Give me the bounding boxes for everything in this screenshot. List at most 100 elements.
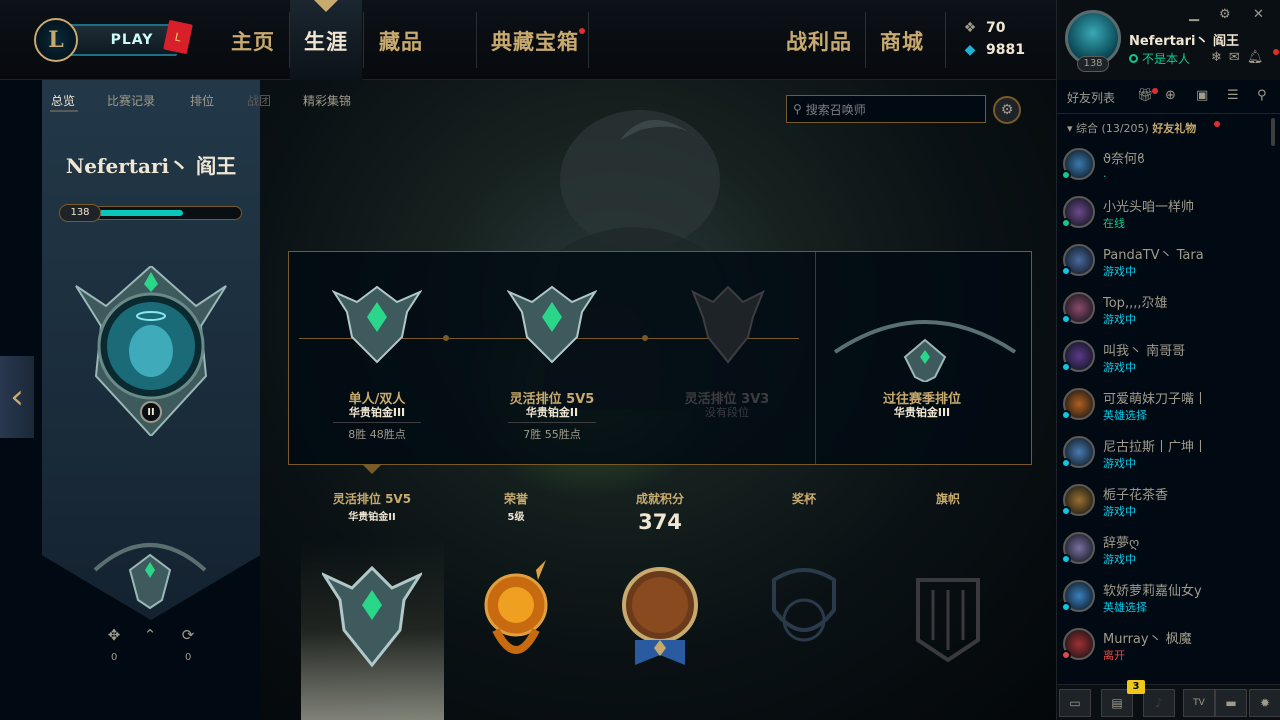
rank-node: [443, 335, 449, 341]
friend-group-header[interactable]: ▾ 综合 (13/205) 好友礼物: [1067, 120, 1196, 136]
friend-list-item[interactable]: 软娇萝莉嘉仙女y 英雄选择: [1057, 574, 1271, 622]
friend-list-item[interactable]: 叫我丶 南哥哥 游戏中: [1057, 334, 1271, 382]
friend-list-item[interactable]: ϑ奈何ϐ.: [1057, 142, 1271, 190]
friends-footer-bar: ▭ ▤ ♪ TV ▬ ✹: [1057, 684, 1280, 720]
trophy-title[interactable]: 奖杯: [739, 490, 869, 507]
queue-tier: 华贵铂金II: [525, 406, 579, 419]
tab-ranked[interactable]: 排位: [190, 92, 214, 109]
friend-list-item[interactable]: 可爱萌妹刀子嘴丨 英雄选择: [1057, 382, 1271, 430]
friend-list-item[interactable]: 小光头咱一样帅 在线: [1057, 190, 1271, 238]
friend-list-item[interactable]: 栀子花茶香 游戏中: [1057, 478, 1271, 526]
friend-status: 英雄选择: [1103, 601, 1147, 614]
add-folder-icon[interactable]: ▣: [1196, 88, 1208, 103]
search-placeholder: 搜索召唤师: [805, 102, 866, 117]
friend-list-item[interactable]: 辞夢ღ 游戏中: [1057, 526, 1271, 574]
search-summoner-input[interactable]: ⚲ 搜索召唤师: [786, 95, 986, 123]
banner-title[interactable]: 旗帜: [883, 490, 1013, 507]
friend-gift-label[interactable]: 好友礼物: [1152, 122, 1196, 135]
past-season-crest-icon: [833, 320, 1017, 382]
banner-summoner-name: Nefertari丶 阎王: [65, 154, 237, 178]
tab-overview[interactable]: 总览: [51, 92, 75, 109]
chat-icon[interactable]: ▭: [1059, 689, 1091, 717]
nav-hextech-chest[interactable]: 典藏宝箱: [491, 26, 579, 56]
platinum-rank-emblem-icon: [507, 285, 597, 364]
tv-icon[interactable]: TV: [1183, 689, 1215, 717]
window-icon[interactable]: ▬: [1215, 689, 1247, 717]
settings-gear-button[interactable]: ⚙: [993, 96, 1021, 124]
red-packet-icon[interactable]: L: [163, 19, 193, 55]
highlight-rank-title[interactable]: 灵活排位 5V5: [307, 490, 437, 507]
nav-divider: [289, 12, 290, 68]
close-icon[interactable]: ✕: [1253, 7, 1264, 22]
collapse-caret-icon: ▾: [1067, 122, 1077, 135]
friend-name: 叫我丶 南哥哥: [1103, 344, 1186, 359]
search-icon[interactable]: ⚲: [1257, 88, 1267, 103]
profile-status-text: 不是本人: [1142, 52, 1191, 66]
status-dot-icon: [1061, 266, 1071, 276]
voice-mic-icon[interactable]: ♪: [1143, 689, 1175, 717]
nav-collection[interactable]: 藏品: [379, 26, 423, 56]
settings-gear-icon[interactable]: ⚙: [1219, 7, 1231, 22]
friend-name: 小光头咱一样帅: [1103, 200, 1195, 215]
nav-store[interactable]: 商城: [880, 26, 924, 56]
profile-quick-icons: ❄ ✉ 🔔︎: [1211, 50, 1263, 65]
nav-home[interactable]: 主页: [231, 26, 275, 56]
pause-icon[interactable]: II: [140, 401, 162, 423]
nav-divider: [476, 12, 477, 68]
friend-name: PandaTV丶 Tara: [1103, 248, 1204, 263]
scrollbar[interactable]: [1271, 118, 1275, 146]
bug-report-icon[interactable]: ✹: [1249, 689, 1280, 717]
friend-list-item[interactable]: 尼古拉斯丨广坤丨 游戏中: [1057, 430, 1271, 478]
champion-mastery-icon[interactable]: ✥: [104, 626, 124, 644]
status-dot-icon: [1061, 506, 1071, 516]
honor-title[interactable]: 荣誉: [451, 490, 581, 507]
friend-list-item[interactable]: Murray丶 枫魔 离开: [1057, 622, 1271, 670]
list-view-icon[interactable]: ☰: [1227, 88, 1239, 103]
bell-icon[interactable]: 🔔︎: [1247, 50, 1264, 65]
minimize-icon[interactable]: ▁: [1189, 7, 1199, 22]
avatar-level: 138: [1077, 56, 1109, 72]
profile-status[interactable]: 不是本人: [1129, 50, 1190, 67]
riot-points-display[interactable]: ◆ 9881: [962, 42, 1025, 58]
friend-name: 软娇萝莉嘉仙女y: [1103, 584, 1202, 599]
friend-group-label: 综合 (13/205): [1076, 122, 1149, 135]
friend-name: 栀子花茶香: [1103, 488, 1169, 503]
riot-points-icon: ◆: [964, 42, 976, 58]
tab-match-history[interactable]: 比赛记录: [107, 92, 155, 109]
top-navigation-bar: L PLAY L 主页 生涯 藏品 典藏宝箱 战利品 商城 ❖ 70 ◆ 988…: [0, 0, 1056, 80]
missions-count-badge: 3: [1127, 680, 1145, 694]
past-season-tier: 华贵铂金III: [893, 406, 951, 419]
friend-name: Top,,,,尕雄: [1103, 296, 1168, 311]
nav-divider: [363, 12, 364, 68]
friend-list-item[interactable]: Top,,,,尕雄 游戏中: [1057, 286, 1271, 334]
friend-list-item[interactable]: PandaTV丶 Tara 游戏中: [1057, 238, 1271, 286]
banner-rank-crest-icon: [93, 543, 207, 610]
friend-status: 离开: [1103, 649, 1125, 662]
achievement-title[interactable]: 成就积分: [595, 490, 725, 507]
nav-divider: [945, 12, 946, 68]
friend-status: 在线: [1103, 217, 1125, 230]
play-button-group[interactable]: L PLAY L: [28, 16, 198, 66]
xp-level-badge: 138: [59, 204, 101, 222]
expand-panel-chevron-icon[interactable]: ‹: [0, 356, 34, 438]
nav-divider: [865, 12, 866, 68]
status-dot-icon: [1061, 170, 1071, 180]
blue-essence-display[interactable]: ❖ 70: [962, 20, 1006, 36]
league-logo-icon[interactable]: L: [34, 18, 78, 62]
nav-loot[interactable]: 战利品: [786, 26, 852, 56]
friend-status: 游戏中: [1103, 361, 1136, 374]
mail-icon[interactable]: ✉: [1229, 50, 1240, 65]
friend-status: 英雄选择: [1103, 409, 1147, 422]
add-friend-icon[interactable]: ⊕: [1165, 88, 1176, 103]
nav-profile[interactable]: 生涯: [304, 26, 348, 56]
divider: [333, 422, 421, 423]
refresh-icon[interactable]: ⟳: [178, 626, 198, 644]
friend-status: 游戏中: [1103, 457, 1136, 470]
rank-node: [642, 335, 648, 341]
tab-highlights[interactable]: 精彩集锦: [303, 92, 351, 109]
friends-panel: 好友列表 🎁︎ ⊕ ▣ ☰ ⚲ ▾ 综合 (13/205) 好友礼物 ϑ奈何ϐ.…: [1056, 80, 1280, 720]
snowflake-icon[interactable]: ❄: [1211, 50, 1222, 65]
tab-clash[interactable]: 战团: [247, 92, 271, 109]
xp-progress-bar: 138: [59, 204, 242, 222]
achievement-score: 374: [638, 510, 682, 534]
